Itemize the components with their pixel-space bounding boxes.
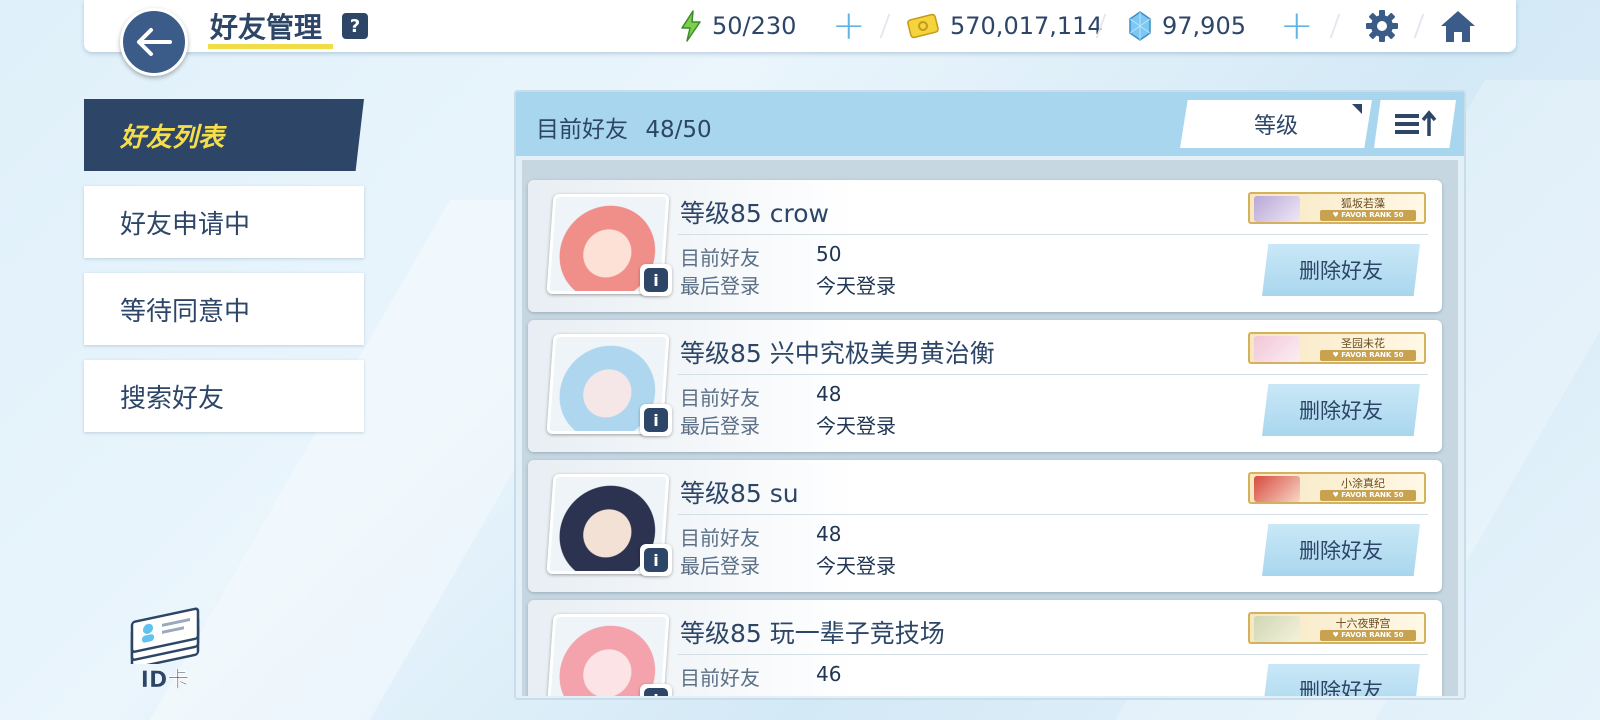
friends-count-value: 48 xyxy=(816,522,842,546)
favorite-student-name: 狐坂若藻 xyxy=(1341,197,1385,210)
card-divider xyxy=(678,514,1428,515)
favorite-student-portrait xyxy=(1254,616,1300,642)
friends-count-label: 目前好友 xyxy=(680,526,760,550)
add-ap-button[interactable]: + xyxy=(832,6,866,46)
favorite-student-portrait xyxy=(1254,336,1300,362)
settings-button[interactable] xyxy=(1362,6,1402,46)
friends-count-value: 46 xyxy=(816,662,842,686)
favorite-student-name: 十六夜野宫 xyxy=(1335,617,1391,630)
friend-name: 等级85 玩一辈子竞技场 xyxy=(680,619,945,648)
friend-info-button[interactable]: i xyxy=(640,544,672,576)
last-login-label: 最后登录 xyxy=(680,274,760,298)
credits-display: 570,017,114 xyxy=(906,10,1103,42)
friends-count-value: 48 xyxy=(816,382,842,406)
id-card-label: ID卡 xyxy=(140,668,190,693)
friend-name: 等级85 su xyxy=(680,479,799,508)
sort-dropdown[interactable]: 等级 xyxy=(1180,100,1372,148)
delete-friend-button[interactable]: 删除好友 xyxy=(1262,244,1420,296)
favorite-student-portrait xyxy=(1254,196,1300,222)
sidebar-item-friend-requests[interactable]: 好友申请中 xyxy=(84,186,364,258)
friend-info-button[interactable]: i xyxy=(640,404,672,436)
sidebar-item-pending-approval[interactable]: 等待同意中 xyxy=(84,273,364,345)
favor-rank-label: ♥ FAVOR RANK 50 xyxy=(1320,350,1416,361)
card-divider xyxy=(678,374,1428,375)
friend-card[interactable]: i 等级85 crow 目前好友 50 最后登录 今天登录 狐坂若藻 ♥ FAV… xyxy=(528,180,1442,312)
friend-count: 目前好友 48/50 xyxy=(536,110,712,144)
id-card-icon xyxy=(130,607,200,670)
favor-rank-label: ♥ FAVOR RANK 50 xyxy=(1320,630,1416,641)
last-login-value: 今天登录 xyxy=(816,554,896,578)
friend-list[interactable]: i 等级85 crow 目前好友 50 最后登录 今天登录 狐坂若藻 ♥ FAV… xyxy=(522,160,1458,696)
info-icon: i xyxy=(644,268,668,292)
gems-value: 97,905 xyxy=(1162,12,1246,40)
friends-count-label: 目前好友 xyxy=(680,246,760,270)
friends-count-label: 目前好友 xyxy=(680,666,760,690)
favorite-student-name: 圣园未花 xyxy=(1341,337,1385,350)
friends-count-label: 目前好友 xyxy=(680,386,760,410)
ap-value: 50/230 xyxy=(712,12,797,40)
favorite-student-name: 小涂真纪 xyxy=(1341,477,1385,490)
info-icon: i xyxy=(644,548,668,572)
friend-name: 等级85 crow xyxy=(680,199,829,228)
friend-card[interactable]: i 等级85 su 目前好友 48 最后登录 今天登录 小涂真纪 ♥ FAVOR… xyxy=(528,460,1442,592)
page-title: 好友管理 xyxy=(210,11,323,44)
friend-name: 等级85 兴中究极美男黄治衡 xyxy=(680,339,995,368)
delete-friend-label: 删除好友 xyxy=(1299,259,1383,283)
title-underline xyxy=(208,44,333,49)
sidebar-item-friend-list[interactable]: 好友列表 xyxy=(84,99,364,171)
credits-value: 570,017,114 xyxy=(950,12,1103,40)
favorite-student-badge: 小涂真纪 ♥ FAVOR RANK 50 xyxy=(1248,472,1426,504)
favorite-student-badge: 十六夜野宫 ♥ FAVOR RANK 50 xyxy=(1248,612,1426,644)
last-login-label: 最后登录 xyxy=(680,690,760,696)
favorite-student-badge: 圣园未花 ♥ FAVOR RANK 50 xyxy=(1248,332,1426,364)
sort-label: 等级 xyxy=(1253,114,1298,139)
crystal-icon xyxy=(1129,11,1151,41)
favor-rank-label: ♥ FAVOR RANK 50 xyxy=(1320,490,1416,501)
panel-header: 目前好友 48/50 等级 xyxy=(516,92,1464,156)
favorite-student-badge: 狐坂若藻 ♥ FAVOR RANK 50 xyxy=(1248,192,1426,224)
info-icon: i xyxy=(644,688,668,696)
friend-info-button[interactable]: i xyxy=(640,264,672,296)
friend-card[interactable]: i 等级85 玩一辈子竞技场 目前好友 46 最后登录 十六夜野宫 ♥ FAVO… xyxy=(528,600,1442,696)
favor-rank-label: ♥ FAVOR RANK 50 xyxy=(1320,210,1416,221)
card-divider xyxy=(678,234,1428,235)
friend-count-value: 48/50 xyxy=(645,117,712,143)
credit-card-icon xyxy=(907,13,939,39)
lightning-icon xyxy=(681,10,701,42)
friends-count-value: 50 xyxy=(816,242,842,266)
favorite-student-portrait xyxy=(1254,476,1300,502)
delete-friend-label: 删除好友 xyxy=(1299,399,1383,423)
delete-friend-button[interactable]: 删除好友 xyxy=(1262,664,1420,696)
delete-friend-label: 删除好友 xyxy=(1299,539,1383,563)
sort-order-button[interactable] xyxy=(1374,100,1456,148)
info-icon: i xyxy=(644,408,668,432)
back-button[interactable] xyxy=(120,8,188,76)
delete-friend-button[interactable]: 删除好友 xyxy=(1262,384,1420,436)
sort-order-icon xyxy=(1395,110,1437,136)
last-login-value: 今天登录 xyxy=(816,414,896,438)
card-divider xyxy=(678,654,1428,655)
delete-friend-button[interactable]: 删除好友 xyxy=(1262,524,1420,576)
id-card-button[interactable]: ID卡 xyxy=(124,604,206,693)
friend-count-label: 目前好友 xyxy=(536,117,628,143)
back-arrow-icon xyxy=(137,28,172,56)
friend-info-button[interactable]: i xyxy=(640,684,672,696)
sidebar-item-search-friends[interactable]: 搜索好友 xyxy=(84,360,364,432)
add-gems-button[interactable]: + xyxy=(1280,6,1314,46)
delete-friend-label: 删除好友 xyxy=(1299,679,1383,696)
last-login-value: 今天登录 xyxy=(816,274,896,298)
home-button[interactable] xyxy=(1438,6,1478,46)
last-login-label: 最后登录 xyxy=(680,554,760,578)
gems-display: 97,905 xyxy=(1128,10,1246,42)
friend-card[interactable]: i 等级85 兴中究极美男黄治衡 目前好友 48 最后登录 今天登录 圣园未花 … xyxy=(528,320,1442,452)
last-login-label: 最后登录 xyxy=(680,414,760,438)
friend-list-panel: 目前好友 48/50 等级 i 等级85 crow 目前好友 50 最后登录 今… xyxy=(514,90,1466,700)
help-button[interactable]: ? xyxy=(342,13,368,39)
ap-display: 50/230 xyxy=(680,10,796,42)
gear-icon xyxy=(1366,10,1398,42)
home-icon xyxy=(1441,11,1475,42)
